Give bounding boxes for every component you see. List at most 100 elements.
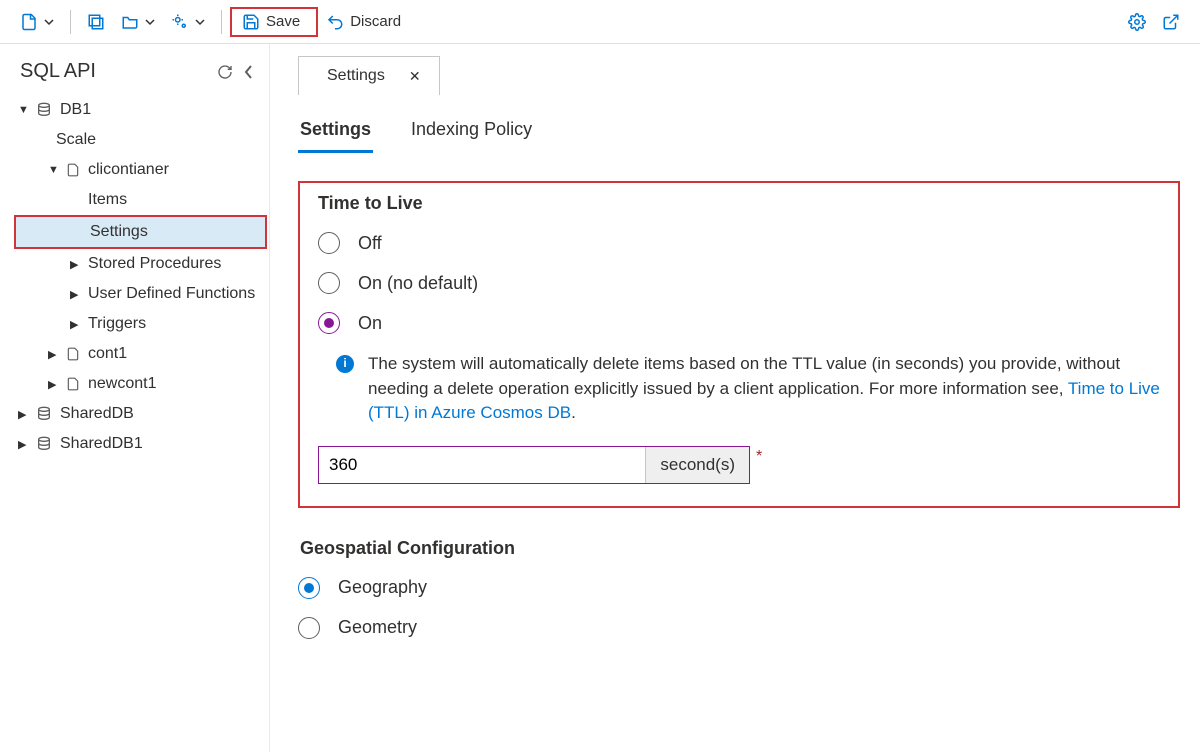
chevron-down-icon: [44, 17, 54, 27]
tree-container-clicontianer[interactable]: ▼ clicontianer: [0, 155, 269, 185]
tree-triggers[interactable]: ▶ Triggers: [0, 309, 269, 339]
caret-right-icon: ▶: [18, 438, 28, 451]
tab-settings[interactable]: Settings: [298, 119, 373, 153]
caret-right-icon: ▶: [70, 288, 80, 301]
sidebar-title: SQL API: [20, 60, 96, 83]
caret-down-icon: ▼: [18, 104, 28, 116]
database-icon: [36, 436, 52, 452]
caret-down-icon: ▼: [48, 164, 58, 176]
caret-right-icon: ▶: [70, 318, 80, 331]
ttl-title: Time to Live: [318, 193, 1160, 214]
body: SQL API ▼ DB1 Scale ▼ clicontianer Items: [0, 44, 1200, 752]
gears-icon: [171, 13, 189, 31]
database-icon: [36, 102, 52, 118]
tree-label: Triggers: [88, 315, 146, 333]
sidebar: SQL API ▼ DB1 Scale ▼ clicontianer Items: [0, 44, 270, 752]
geo-option-geometry[interactable]: Geometry: [298, 617, 1180, 639]
ttl-option-off[interactable]: Off: [318, 232, 1160, 254]
tree-label: SharedDB: [60, 405, 134, 423]
discard-label: Discard: [350, 13, 401, 30]
gear-icon: [1128, 13, 1146, 31]
refresh-icon[interactable]: [217, 64, 233, 80]
tree-shareddb1[interactable]: ▶ SharedDB1: [0, 429, 269, 459]
tree-shareddb[interactable]: ▶ SharedDB: [0, 399, 269, 429]
stack-icon: [87, 13, 105, 31]
sidebar-header: SQL API: [0, 44, 269, 91]
open-external-icon: [1162, 13, 1180, 31]
undo-icon: [326, 13, 344, 31]
tree-container-cont1[interactable]: ▶ cont1: [0, 339, 269, 369]
close-tab-button[interactable]: ✕: [409, 68, 421, 85]
resource-tree: ▼ DB1 Scale ▼ clicontianer Items Setting…: [0, 91, 269, 459]
settings-button[interactable]: [1120, 9, 1154, 35]
fullscreen-button[interactable]: [1154, 9, 1188, 35]
tree-label: clicontianer: [88, 161, 169, 179]
caret-right-icon: ▶: [18, 408, 28, 421]
open-tab-settings[interactable]: Settings ✕: [298, 56, 440, 95]
tab-indexing-policy[interactable]: Indexing Policy: [409, 119, 534, 153]
main: Settings ✕ Settings Indexing Policy Time…: [270, 44, 1200, 752]
radio-icon[interactable]: [298, 617, 320, 639]
tree-label: SharedDB1: [60, 435, 143, 453]
save-button[interactable]: Save: [230, 7, 318, 37]
main-content: Settings Indexing Policy Time to Live Of…: [270, 95, 1200, 657]
ttl-option-on[interactable]: On: [318, 312, 1160, 334]
caret-right-icon: ▶: [48, 348, 58, 361]
ttl-option-on-no-default[interactable]: On (no default): [318, 272, 1160, 294]
tree-scale[interactable]: Scale: [0, 125, 269, 155]
toolbar: Save Discard: [0, 0, 1200, 44]
document-icon: [66, 346, 80, 362]
open-query-button[interactable]: [113, 9, 163, 35]
radio-label: Geography: [338, 577, 427, 598]
new-container-button[interactable]: [79, 9, 113, 35]
tree-label: Settings: [90, 223, 148, 241]
document-plus-icon: [20, 13, 38, 31]
info-icon: i: [336, 355, 354, 373]
radio-icon[interactable]: [318, 232, 340, 254]
tree-db1[interactable]: ▼ DB1: [0, 95, 269, 125]
tree-udf[interactable]: ▶ User Defined Functions: [0, 279, 269, 309]
caret-right-icon: ▶: [48, 378, 58, 391]
chevron-down-icon: [145, 17, 155, 27]
tree-label: cont1: [88, 345, 127, 363]
ttl-info: i The system will automatically delete i…: [336, 352, 1160, 426]
tree-settings[interactable]: Settings: [14, 215, 267, 249]
tab-label: Indexing Policy: [411, 119, 532, 139]
geo-section: Geospatial Configuration Geography Geome…: [298, 538, 1180, 639]
ttl-panel: Time to Live Off On (no default) On i T: [298, 181, 1180, 508]
tree-container-newcont1[interactable]: ▶ newcont1: [0, 369, 269, 399]
collapse-icon[interactable]: [243, 64, 255, 80]
ttl-input-row: second(s) *: [318, 446, 1160, 484]
folder-icon: [121, 13, 139, 31]
caret-right-icon: ▶: [70, 258, 80, 271]
tab-label: Settings: [300, 119, 371, 139]
info-text-part: .: [571, 403, 576, 422]
geo-option-geography[interactable]: Geography: [298, 577, 1180, 599]
settings-dropdown-button[interactable]: [163, 9, 213, 35]
required-indicator: *: [756, 448, 762, 466]
ttl-unit-label: second(s): [645, 447, 749, 483]
tree-stored-procedures[interactable]: ▶ Stored Procedures: [0, 249, 269, 279]
radio-icon[interactable]: [318, 312, 340, 334]
radio-label: On: [358, 313, 382, 334]
tree-label: DB1: [60, 101, 91, 119]
tree-label: User Defined Functions: [88, 285, 255, 303]
tree-label: Stored Procedures: [88, 255, 221, 273]
section-tabs: Settings Indexing Policy: [298, 119, 1180, 153]
document-icon: [66, 376, 80, 392]
info-text-part: The system will automatically delete ite…: [368, 354, 1120, 398]
ttl-input-wrap: second(s): [318, 446, 750, 484]
new-sql-query-button[interactable]: [12, 9, 62, 35]
chevron-down-icon: [195, 17, 205, 27]
tree-items[interactable]: Items: [0, 185, 269, 215]
radio-label: On (no default): [358, 273, 478, 294]
radio-label: Off: [358, 233, 382, 254]
tree-label: newcont1: [88, 375, 157, 393]
ttl-seconds-input[interactable]: [319, 447, 645, 483]
radio-icon[interactable]: [298, 577, 320, 599]
save-label: Save: [266, 13, 300, 30]
tree-label: Scale: [56, 131, 96, 149]
radio-icon[interactable]: [318, 272, 340, 294]
database-icon: [36, 406, 52, 422]
discard-button[interactable]: Discard: [318, 9, 409, 35]
